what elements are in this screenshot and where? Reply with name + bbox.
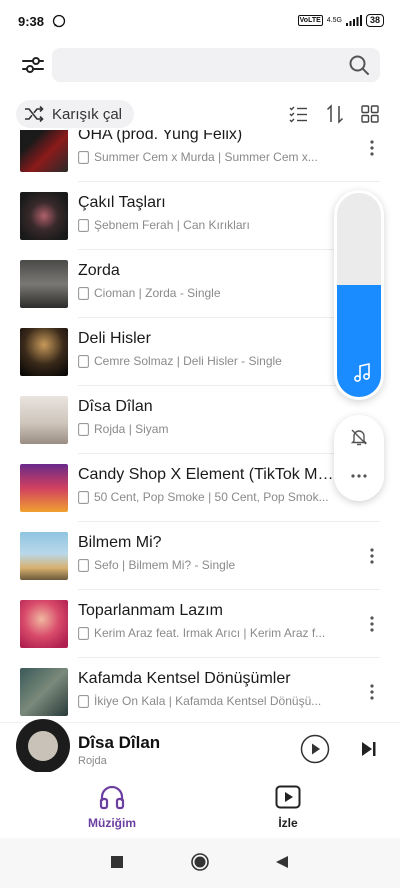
local-file-icon [78,490,89,504]
song-title: Bilmem Mi? [78,534,162,551]
back-icon[interactable] [275,855,289,869]
volume-extra-panel [334,415,384,501]
grid-view-icon[interactable] [360,104,380,124]
song-title: Deli Hisler [78,330,151,347]
local-file-icon [78,286,89,300]
song-subtitle: Rojda | Siyam [94,422,169,436]
system-navigation-bar [0,838,400,888]
album-art [20,130,68,172]
song-subtitle: Summer Cem x Murda | Summer Cem x... [94,150,318,164]
now-playing-disc[interactable] [16,719,70,773]
album-art [20,464,68,512]
signal-icon [345,15,362,26]
play-button[interactable] [300,734,330,764]
music-note-icon [354,363,370,382]
search-icon[interactable] [348,54,370,76]
more-options-icon[interactable] [364,680,380,704]
album-art [20,192,68,240]
song-title: Çakıl Taşları [78,194,166,211]
tab-my-music[interactable]: Müziğim [62,782,162,830]
volume-track[interactable] [337,193,381,397]
song-subtitle: Sefo | Bilmem Mi? - Single [94,558,236,572]
shuffle-icon [25,105,44,123]
album-art [20,668,68,716]
local-file-icon [78,218,89,232]
more-options-icon[interactable] [364,136,380,160]
album-art [20,600,68,648]
album-art [20,260,68,308]
local-file-icon [78,626,89,640]
video-play-icon [275,785,301,809]
bottom-navigation: Müziğim İzle [0,772,400,838]
tab-my-music-label: Müziğim [88,816,136,830]
volume-slider[interactable] [334,190,384,400]
song-subtitle: İkiye On Kala | Kafamda Kentsel Dönüşü..… [94,694,322,708]
mute-bell-icon[interactable] [349,427,369,447]
tab-watch[interactable]: İzle [238,782,338,830]
recents-icon[interactable] [110,855,124,869]
whatsapp-notification-icon [52,14,66,28]
filter-settings-icon[interactable] [20,52,46,78]
home-icon[interactable] [191,853,209,871]
song-row[interactable]: OHA (prod. Yung Felix) Summer Cem x Murd… [0,130,400,182]
mini-player[interactable]: Dîsa Dîlan Rojda [0,719,400,773]
song-subtitle: Şebnem Ferah | Can Kırıkları [94,218,250,232]
list-toolbar: Karışık çal [0,100,400,130]
sort-icon[interactable] [325,104,345,124]
shuffle-play-button[interactable]: Karışık çal [16,100,135,128]
song-row[interactable]: Bilmem Mi? Sefo | Bilmem Mi? - Single [0,522,400,590]
song-title: Dîsa Dîlan [78,398,153,415]
status-time: 9:38 [18,14,45,29]
select-list-icon[interactable] [288,104,308,124]
tab-watch-label: İzle [278,816,298,830]
local-file-icon [78,422,89,436]
next-track-button[interactable] [360,740,378,758]
song-subtitle: Cioman | Zorda - Single [94,286,221,300]
song-subtitle: Kerim Araz feat. Irmak Arıcı | Kerim Ara… [94,626,326,640]
shuffle-label: Karışık çal [52,105,123,123]
network-type: 4.5G [326,17,342,24]
now-playing-artist: Rojda [78,755,107,767]
search-input[interactable] [52,48,332,82]
battery-indicator: 38 [365,14,384,27]
volte-indicator: VoLTE [297,15,323,26]
song-subtitle: 50 Cent, Pop Smoke | 50 Cent, Pop Smok..… [94,490,329,504]
more-horizontal-icon[interactable] [349,471,369,481]
song-row[interactable]: Kafamda Kentsel Dönüşümler İkiye On Kala… [0,658,400,723]
song-title: Candy Shop X Element (TikTok Mas... [78,466,338,483]
local-file-icon [78,354,89,368]
song-title: Zorda [78,262,120,279]
album-art [20,532,68,580]
song-title: OHA (prod. Yung Felix) [78,130,243,143]
album-art [20,328,68,376]
local-file-icon [78,558,89,572]
now-playing-title: Dîsa Dîlan [78,733,161,752]
song-row[interactable]: Toparlanmam Lazım Kerim Araz feat. Irmak… [0,590,400,658]
local-file-icon [78,150,89,164]
status-indicators: VoLTE 4.5G 38 [297,14,384,27]
song-title: Kafamda Kentsel Dönüşümler [78,670,291,687]
song-title: Toparlanmam Lazım [78,602,223,619]
status-bar: 9:38 VoLTE 4.5G 38 [0,0,400,44]
search-row [0,48,400,82]
local-file-icon [78,694,89,708]
song-subtitle: Cemre Solmaz | Deli Hisler - Single [94,354,282,368]
search-bar[interactable] [52,48,380,82]
more-options-icon[interactable] [364,612,380,636]
album-art [20,396,68,444]
headphones-icon [99,785,125,810]
more-options-icon[interactable] [364,544,380,568]
